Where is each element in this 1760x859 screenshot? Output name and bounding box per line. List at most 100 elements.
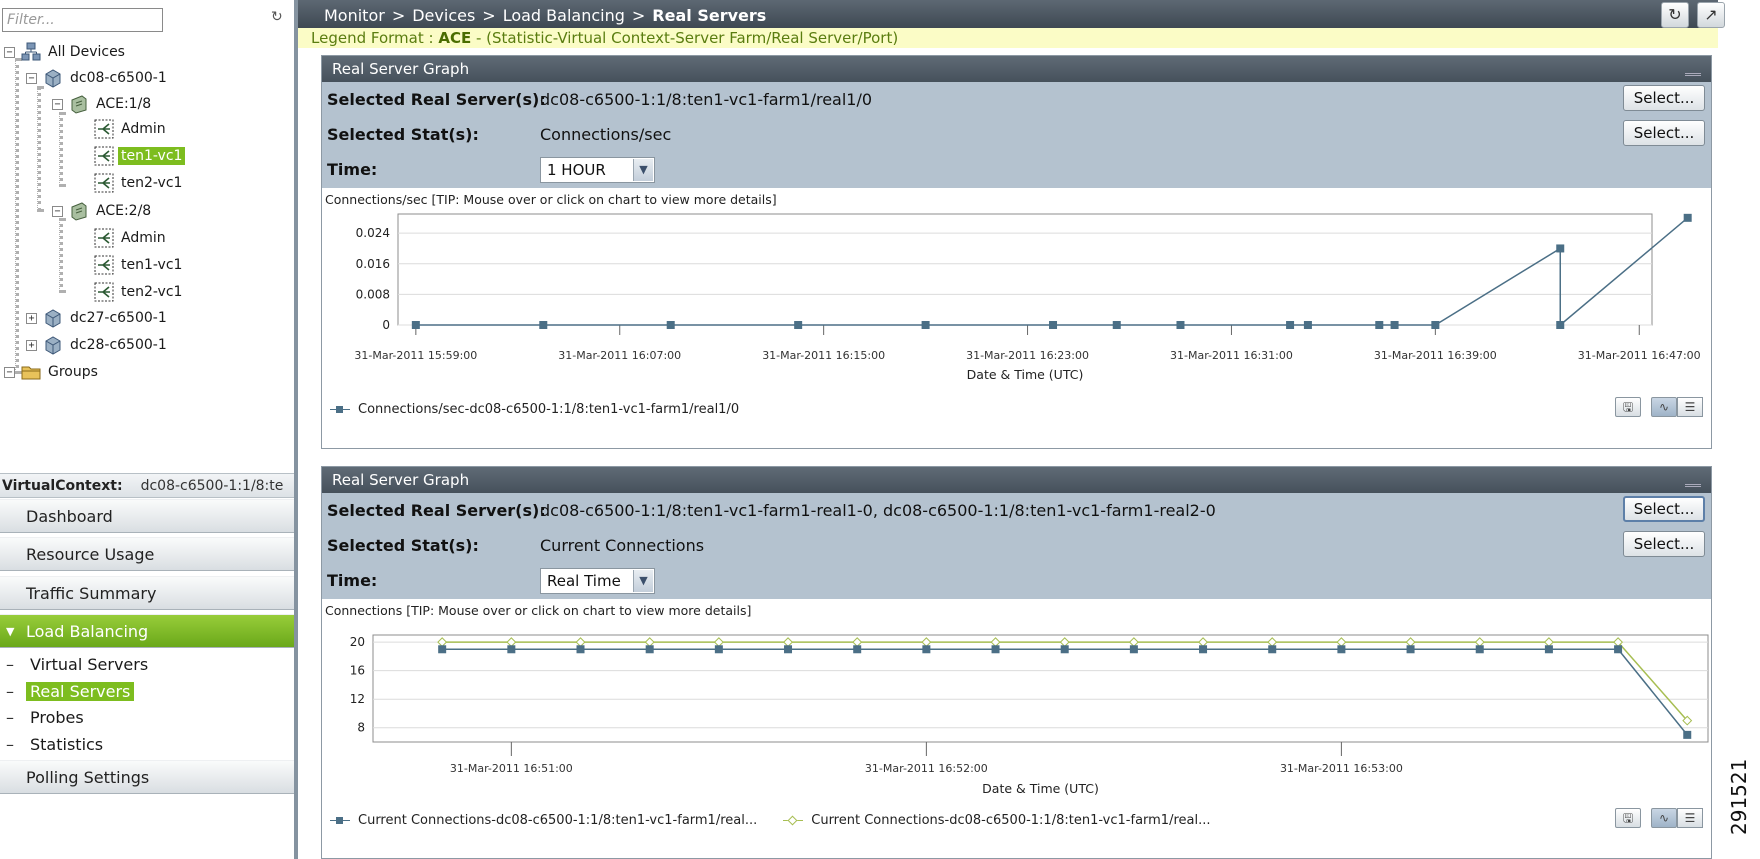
panel-form: Selected Real Server(s): dc08-c6500-1:1/… <box>322 82 1711 188</box>
chart-view-button[interactable]: ∿ <box>1651 397 1677 417</box>
table-view-button[interactable]: ☰ <box>1677 808 1703 828</box>
nav-load-balancing[interactable]: ▼ Load Balancing <box>0 614 294 648</box>
breadcrumb: Monitor > Devices > Load Balancing > Rea… <box>298 0 1718 30</box>
virtual-context-label: VirtualContext: <box>2 477 123 494</box>
clear-filter-icon[interactable]: ↻ <box>271 9 283 25</box>
time-select-value: 1 HOUR <box>547 161 606 179</box>
nav-sub-statistics[interactable]: – Statistics <box>6 732 107 756</box>
tree-item-dc28-c6500-1[interactable]: + dc28-c6500-1 <box>26 334 170 356</box>
tree-item-ace28-ten1-vc1[interactable]: ten1-vc1 <box>94 254 185 276</box>
legend-item[interactable]: Connections/sec-dc08-c6500-1:1/8:ten1-vc… <box>330 402 739 417</box>
tree-item-ace28-ten2-vc1[interactable]: ten2-vc1 <box>94 281 185 303</box>
virtual-context-icon <box>94 119 114 139</box>
select-real-servers-button[interactable]: Select... <box>1623 496 1705 522</box>
tree-item-all-devices[interactable]: − All Devices <box>4 41 128 63</box>
data-point <box>1375 321 1384 329</box>
selected-stats-value: Connections/sec <box>540 124 672 144</box>
refresh-button[interactable]: ↻ <box>1661 2 1689 28</box>
tree-label: ten2-vc1 <box>121 284 183 300</box>
chart-area[interactable]: Connections/sec [TIP: Mouse over or clic… <box>322 188 1711 448</box>
y-tick-label: 0 <box>382 318 390 332</box>
time-select[interactable]: 1 HOUR ▼ <box>540 157 655 183</box>
chevron-down-icon[interactable]: ▼ <box>633 570 653 592</box>
nav-polling-settings[interactable]: Polling Settings <box>0 760 294 794</box>
select-real-servers-button[interactable]: Select... <box>1623 85 1705 111</box>
tree-item-ace18-ten2-vc1[interactable]: ten2-vc1 <box>94 172 185 194</box>
connections-per-sec-chart[interactable]: 0 0.008 0.016 0.024 31-Mar-2011 15:59:00 31-M… <box>322 188 1711 393</box>
row-selected-stats: Selected Stat(s): Connections/sec <box>327 119 671 149</box>
time-select[interactable]: Real Time ▼ <box>540 568 655 594</box>
x-tick-label: 31-Mar-2011 15:59:00 <box>354 349 477 362</box>
collapse-icon[interactable]: − <box>52 205 63 217</box>
pane-splitter[interactable] <box>294 0 298 859</box>
popout-button[interactable]: ↗ <box>1697 2 1725 28</box>
nav-sub-real-servers[interactable]: – Real Servers <box>6 679 135 703</box>
tree-item-ace-2-8[interactable]: − ACE:2/8 <box>52 200 154 222</box>
nav-dashboard[interactable]: Dashboard <box>0 499 294 533</box>
panel-title-text: Real Server Graph <box>332 60 470 78</box>
data-point <box>991 645 1000 654</box>
row-time: Time: Real Time ▼ <box>327 565 655 595</box>
nav-sub-probes[interactable]: – Probes <box>6 705 88 729</box>
expand-icon[interactable]: + <box>26 312 37 324</box>
tree-item-ace18-admin[interactable]: Admin <box>94 118 169 140</box>
tree-item-dc08-c6500-1[interactable]: − dc08-c6500-1 <box>26 67 170 89</box>
popout-icon: ↗ <box>1704 5 1718 24</box>
export-button[interactable]: 🖫 <box>1615 808 1641 828</box>
collapse-icon[interactable]: − <box>4 46 15 58</box>
y-tick-label: 12 <box>350 692 365 706</box>
breadcrumb-load-balancing[interactable]: Load Balancing <box>503 6 625 25</box>
filter-input[interactable] <box>2 8 163 32</box>
data-point <box>1683 730 1692 739</box>
panel-grip-icon[interactable] <box>1685 484 1701 487</box>
legend-format-prefix: Legend Format : <box>311 29 434 47</box>
collapse-icon[interactable]: − <box>52 98 63 110</box>
nav-resource-usage[interactable]: Resource Usage <box>0 537 294 571</box>
breadcrumb-separator: > <box>482 5 496 25</box>
figure-id: 291521 <box>1727 758 1751 835</box>
selected-stats-value: Current Connections <box>540 535 705 555</box>
tree-item-ace-1-8[interactable]: − ACE:1/8 <box>52 93 154 115</box>
breadcrumb-monitor[interactable]: Monitor <box>324 6 385 25</box>
breadcrumb-devices[interactable]: Devices <box>412 6 475 25</box>
tree-item-dc27-c6500-1[interactable]: + dc27-c6500-1 <box>26 307 170 329</box>
legend-item[interactable]: Current Connections-dc08-c6500-1:1/8:ten… <box>783 813 1211 828</box>
tree-item-groups[interactable]: − Groups <box>4 361 101 383</box>
field-label: Selected Real Server(s): <box>327 89 546 109</box>
table-view-button[interactable]: ☰ <box>1677 397 1703 417</box>
panel-title: Real Server Graph <box>322 467 1711 493</box>
breadcrumb-separator: > <box>631 5 646 25</box>
x-tick-label: 31-Mar-2011 16:51:00 <box>450 762 573 775</box>
navigation-pane: ↻ − All Devices − dc08-c6500-1 − ACE:1/8… <box>0 0 295 859</box>
chevron-down-icon[interactable]: ▼ <box>633 159 653 181</box>
current-connections-chart[interactable]: 8 12 16 20 31-Mar-2011 16:51:00 31-Mar-2011 1… <box>322 599 1711 804</box>
x-axis-label: Date & Time (UTC) <box>967 367 1084 382</box>
tree-item-ace28-admin[interactable]: Admin <box>94 227 169 249</box>
nav-sub-virtual-servers[interactable]: – Virtual Servers <box>6 652 152 676</box>
select-stats-button[interactable]: Select... <box>1623 531 1705 557</box>
line-chart-icon: ∿ <box>1658 811 1670 825</box>
tree-label: Groups <box>48 364 98 380</box>
expand-icon[interactable]: + <box>26 339 37 351</box>
tree-label: ACE:1/8 <box>96 96 152 112</box>
export-button[interactable]: 🖫 <box>1615 397 1641 417</box>
legend-swatch-icon <box>783 815 804 826</box>
legend-format-rest: - (Statistic-Virtual Context-Server Farm… <box>476 29 899 47</box>
legend-item[interactable]: Current Connections-dc08-c6500-1:1/8:ten… <box>330 813 757 828</box>
collapse-icon[interactable]: − <box>4 366 15 378</box>
chart-area[interactable]: Connections [TIP: Mouse over or click on… <box>322 599 1711 858</box>
row-time: Time: 1 HOUR ▼ <box>327 154 655 184</box>
data-point <box>1406 645 1415 654</box>
y-tick-label: 20 <box>350 635 365 649</box>
collapse-icon[interactable]: − <box>26 72 37 84</box>
tree-item-ace18-ten1-vc1[interactable]: ten1-vc1 <box>94 145 186 167</box>
data-point <box>1129 645 1138 654</box>
chart-view-button[interactable]: ∿ <box>1651 808 1677 828</box>
panel-grip-icon[interactable] <box>1685 73 1701 76</box>
select-stats-button[interactable]: Select... <box>1623 120 1705 146</box>
module-icon <box>71 202 87 221</box>
data-point <box>1556 244 1565 253</box>
breadcrumb-separator: > <box>391 5 406 25</box>
nav-traffic-summary[interactable]: Traffic Summary <box>0 576 294 610</box>
data-point <box>1614 645 1623 654</box>
